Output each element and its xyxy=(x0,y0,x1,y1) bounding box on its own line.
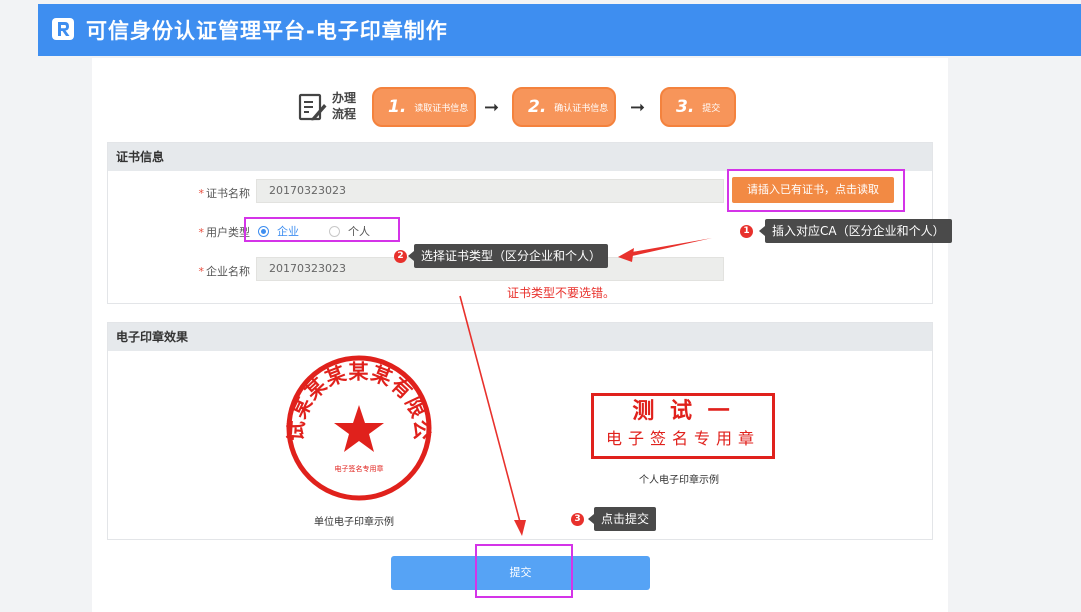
company-stamp: 测试某某某某某有限公司 电子签名专用章 xyxy=(274,334,434,503)
form-edit-icon xyxy=(298,92,328,122)
main-content: 办理 流程 1. 读取证书信息 ➞ 2. 确认证书信息 ➞ 3. 提交 证书信息… xyxy=(92,58,948,612)
step-read-cert: 1. 读取证书信息 xyxy=(372,87,476,127)
arrow-right-icon: ➞ xyxy=(630,97,646,118)
stamp-effect-title: 电子印章效果 xyxy=(108,323,932,351)
tooltip-select-type: 选择证书类型（区分企业和个人） xyxy=(407,244,609,268)
warning-text: 证书类型不要选错。 xyxy=(507,286,616,300)
cert-info-title: 证书信息 xyxy=(108,143,932,171)
personal-stamp-caption: 个人电子印章示例 xyxy=(639,475,719,486)
stamp-effect-panel: 电子印章效果 测试某某某某某有限公司 电子签名专用章 单位电子印章示例 测 试 … xyxy=(107,322,933,540)
highlight-submit xyxy=(475,544,573,598)
header-bar: 可信身份认证管理平台-电子印章制作 xyxy=(38,4,1081,56)
highlight-read-button xyxy=(727,169,905,212)
step-confirm-cert: 2. 确认证书信息 xyxy=(512,87,616,127)
flow-label: 办理 流程 xyxy=(332,91,357,121)
page-title: 可信身份认证管理平台-电子印章制作 xyxy=(86,19,448,43)
step-submit: 3. 提交 xyxy=(660,87,736,127)
step-badge-3: 3 xyxy=(571,513,584,526)
user-type-label: * 用户类型 xyxy=(198,226,251,239)
step-badge-1: 1 xyxy=(740,225,753,238)
company-stamp-sub: 电子签名专用章 xyxy=(335,464,384,473)
r-logo-icon xyxy=(52,18,74,40)
personal-stamp: 测 试 一 电子签名专用章 xyxy=(591,393,775,459)
cert-name-label: * 证书名称 xyxy=(198,187,251,200)
tooltip-click-submit: 点击提交 xyxy=(587,507,657,531)
arrow-right-icon: ➞ xyxy=(484,97,500,118)
company-stamp-caption: 单位电子印章示例 xyxy=(314,517,394,528)
company-name-label: * 企业名称 xyxy=(198,265,251,278)
highlight-user-type xyxy=(244,217,400,242)
personal-stamp-name: 测 试 一 xyxy=(632,398,734,424)
personal-stamp-sub: 电子签名专用章 xyxy=(605,429,760,448)
step-badge-2: 2 xyxy=(394,250,407,263)
cert-name-field[interactable]: 20170323023 xyxy=(256,179,724,203)
tooltip-insert-ca: 插入对应CA（区分企业和个人） xyxy=(759,219,952,243)
